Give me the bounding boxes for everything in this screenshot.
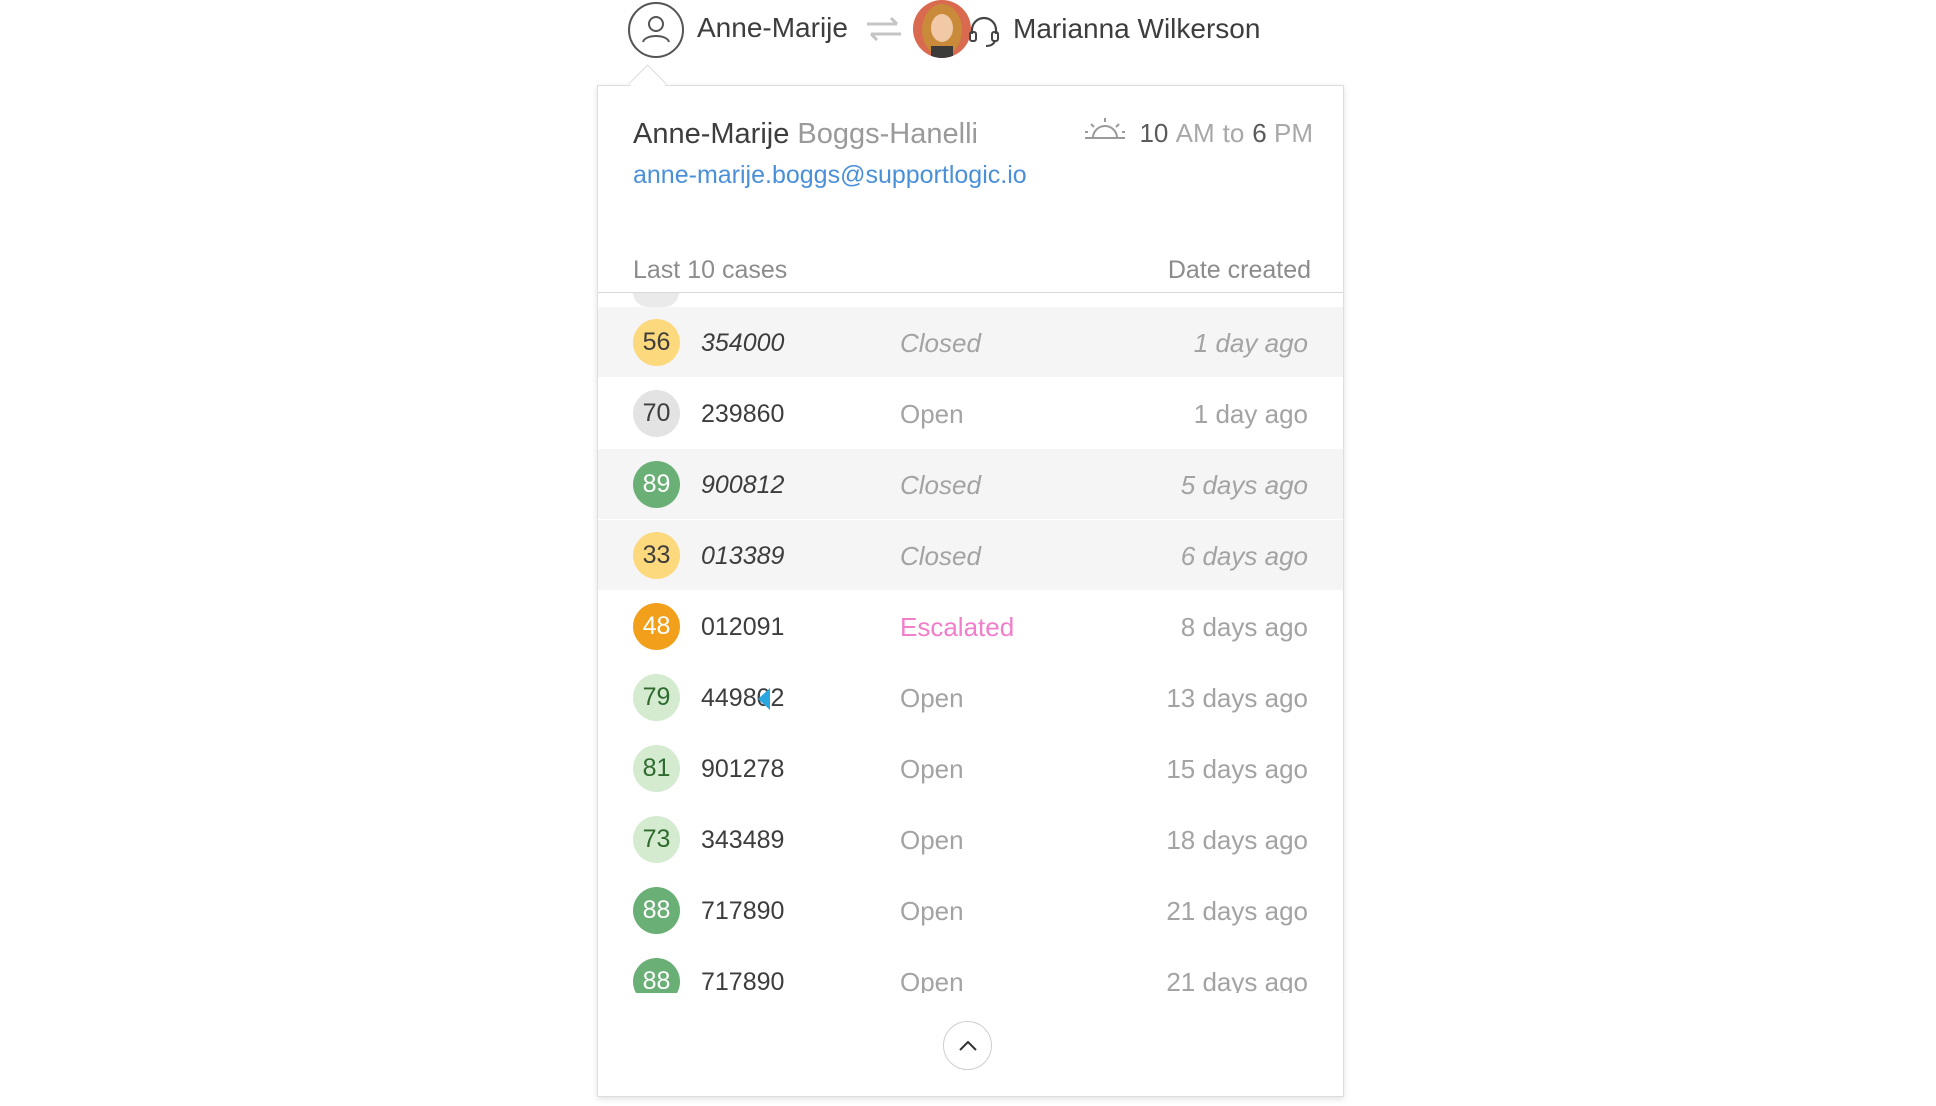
sentiment-score-badge: 88 — [633, 887, 680, 934]
chevron-up-icon — [959, 1040, 977, 1051]
agent-avatar[interactable] — [913, 0, 971, 58]
agent-name[interactable]: Marianna Wilkerson — [1013, 13, 1260, 45]
swap-icon — [865, 16, 903, 47]
case-row[interactable]: 56 354000 Closed 1 day ago — [598, 307, 1343, 377]
case-row[interactable]: 79 449802 Open 13 days ago — [598, 662, 1343, 732]
case-number-link[interactable]: 239860 — [701, 400, 784, 429]
sentiment-score-badge: 73 — [633, 816, 680, 863]
user-icon[interactable] — [628, 2, 684, 58]
sentiment-score-badge: 33 — [633, 532, 680, 579]
hours-end-unit: PM — [1274, 118, 1313, 148]
case-number-link[interactable]: 900812 — [701, 471, 784, 500]
case-date-created: 15 days ago — [1166, 754, 1308, 784]
hours-to-label: to — [1222, 118, 1245, 148]
case-date-created: 21 days ago — [1166, 967, 1308, 993]
case-row[interactable]: 88 717890 Open 21 days ago — [598, 875, 1343, 945]
case-number-link[interactable]: 013389 — [701, 542, 784, 571]
customer-email-link[interactable]: anne-marije.boggs@supportlogic.io — [633, 161, 1027, 190]
case-date-created: 6 days ago — [1180, 541, 1308, 571]
case-number-link[interactable]: 717890 — [701, 968, 784, 993]
case-row[interactable]: 73 343489 Open 18 days ago — [598, 804, 1343, 874]
case-date-created: 18 days ago — [1166, 825, 1308, 855]
cases-list-title: Last 10 cases — [633, 256, 788, 284]
case-row[interactable]: 70 239860 Open 1 day ago — [598, 378, 1343, 448]
sentiment-score-badge: 88 — [633, 958, 680, 993]
headset-icon — [967, 14, 1001, 53]
case-status: Closed — [900, 470, 981, 500]
sentiment-score-badge: 79 — [633, 674, 680, 721]
case-number-link[interactable]: 343489 — [701, 826, 784, 855]
cases-list-header: Last 10 cases Date created — [598, 248, 1343, 293]
case-status: Escalated — [900, 612, 1015, 642]
sentiment-score-badge: 48 — [633, 603, 680, 650]
case-number-link[interactable]: 449802 — [701, 684, 784, 713]
case-number-link[interactable]: 717890 — [701, 897, 784, 926]
customer-name[interactable]: Anne-Marije — [697, 12, 848, 44]
customer-first-name: Anne-Marije — [633, 118, 790, 150]
hours-start-unit: AM — [1175, 118, 1215, 148]
case-number-link[interactable]: 901278 — [701, 755, 784, 784]
hours-end-number: 6 — [1252, 118, 1267, 148]
case-status: Closed — [900, 328, 981, 358]
customer-popover: Anne-Marije Boggs-Hanelli anne-marije.bo… — [597, 85, 1344, 1097]
case-number-link[interactable]: 012091 — [701, 613, 784, 642]
case-date-created: 13 days ago — [1166, 683, 1308, 713]
sentiment-score-badge: 89 — [633, 461, 680, 508]
case-status: Open — [900, 967, 964, 993]
date-created-column-header[interactable]: Date created — [1168, 256, 1311, 285]
case-header: Anne-Marije Marianna Wilkerson — [0, 0, 1936, 64]
case-status: Closed — [900, 541, 981, 571]
cases-list: 56 354000 Closed 1 day ago 70 239860 Open 1 day… — [598, 293, 1343, 993]
case-row[interactable]: 33 013389 Closed 6 days ago — [598, 520, 1343, 590]
case-row[interactable]: 88 717890 Open 21 days ago — [598, 946, 1343, 993]
case-status: Open — [900, 896, 964, 926]
case-status: Open — [900, 399, 964, 429]
partial-score-badge — [633, 293, 679, 307]
sunrise-icon — [1083, 116, 1127, 151]
case-date-created: 1 day ago — [1193, 328, 1308, 358]
working-hours: 10 AM to 6 PM — [1083, 116, 1313, 151]
case-status: Open — [900, 754, 964, 784]
customer-full-name: Anne-Marije Boggs-Hanelli — [633, 118, 978, 151]
hours-start-number: 10 — [1139, 118, 1169, 148]
sentiment-score-badge: 70 — [633, 390, 680, 437]
case-status: Open — [900, 825, 964, 855]
collapse-button[interactable] — [943, 1021, 992, 1070]
sentiment-score-badge: 81 — [633, 745, 680, 792]
case-date-created: 1 day ago — [1193, 399, 1308, 429]
case-row[interactable]: 81 901278 Open 15 days ago — [598, 733, 1343, 803]
case-date-created: 8 days ago — [1180, 612, 1308, 642]
sentiment-score-badge: 56 — [633, 319, 680, 366]
case-status: Open — [900, 683, 964, 713]
case-row[interactable]: 48 012091 Escalated 8 days ago — [598, 591, 1343, 661]
current-case-marker-icon — [758, 688, 770, 710]
case-row[interactable]: 89 900812 Closed 5 days ago — [598, 449, 1343, 519]
case-date-created: 5 days ago — [1180, 470, 1308, 500]
case-date-created: 21 days ago — [1166, 896, 1308, 926]
case-number-link[interactable]: 354000 — [701, 329, 784, 358]
customer-last-name: Boggs-Hanelli — [797, 118, 978, 150]
